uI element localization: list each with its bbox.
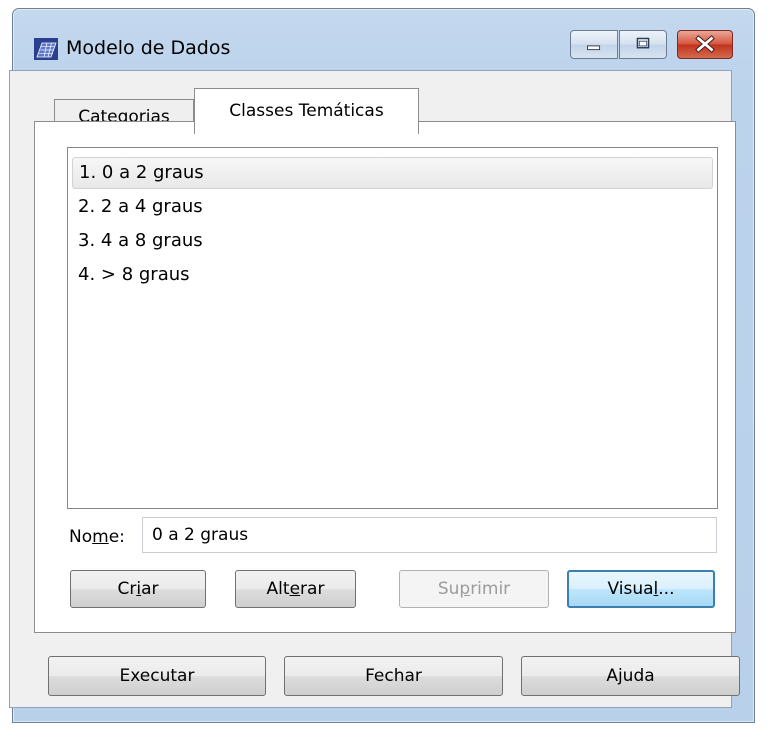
name-label-mnemonic: m [92,527,109,547]
name-label-part: No [69,527,93,547]
button-label: rimir [470,579,511,599]
create-button[interactable]: Criar [70,570,206,608]
maximize-icon [636,37,650,49]
list-item[interactable]: 1. 0 a 2 graus [72,157,713,189]
title-bar[interactable]: Modelo de Dados [13,9,754,79]
delete-button[interactable]: Suprimir [399,570,549,608]
button-label: ar [141,579,159,599]
grid-layer-icon [34,38,58,60]
tab-label: Classes Temáticas [229,101,384,121]
list-item[interactable]: 3. 4 a 8 graus [72,226,713,258]
close-button[interactable] [677,30,733,59]
button-label: Cr [117,579,137,599]
maximize-button[interactable] [619,30,667,59]
alter-button[interactable]: Alterar [235,570,356,608]
button-label: Su [437,579,460,599]
list-item[interactable]: 4. > 8 graus [72,260,713,292]
close-icon [695,35,715,53]
button-label: Visua [607,579,654,599]
button-mnemonic: p [459,579,471,599]
window-title: Modelo de Dados [66,37,231,59]
classes-list[interactable]: 1. 0 a 2 graus 2. 2 a 4 graus 3. 4 a 8 g… [67,147,718,509]
button-label: Alt [266,579,290,599]
button-mnemonic: e [289,579,301,599]
minimize-button[interactable] [570,30,618,59]
minimize-icon [587,45,601,51]
help-button[interactable]: Ajuda [521,656,740,696]
name-input[interactable] [142,517,717,553]
visual-button[interactable]: Visual... [567,570,715,608]
name-label-part: e: [108,527,125,547]
button-label: rar [300,579,325,599]
list-item[interactable]: 2. 2 a 4 graus [72,192,713,224]
execute-button[interactable]: Executar [48,656,266,696]
tab-classes-tematicas[interactable]: Classes Temáticas [194,88,419,134]
close-dialog-button[interactable]: Fechar [284,656,503,696]
button-label: ... [658,579,675,599]
name-label: Nome: [69,526,125,548]
